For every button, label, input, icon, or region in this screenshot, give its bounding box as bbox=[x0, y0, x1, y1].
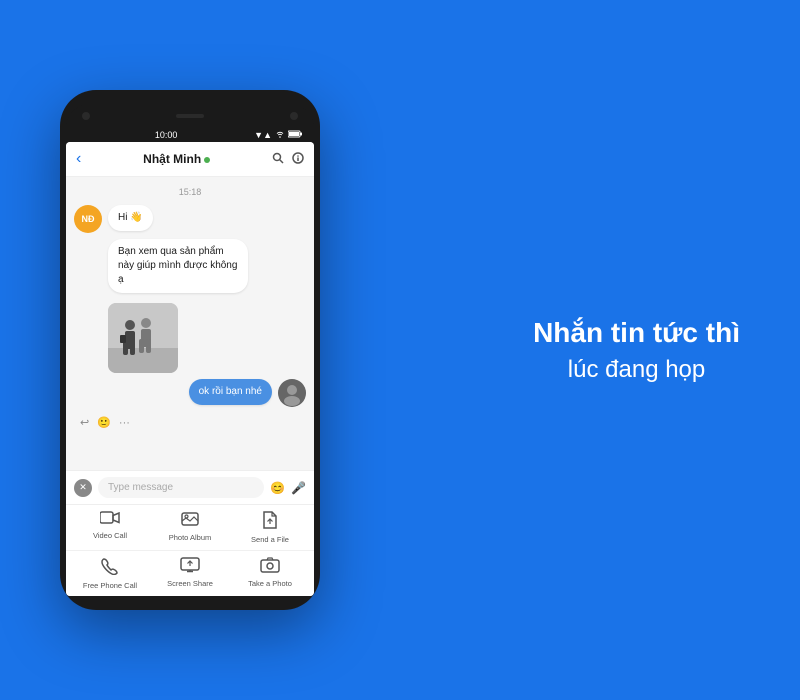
take-photo-icon bbox=[260, 557, 280, 577]
photo-album-icon bbox=[181, 511, 199, 531]
toolbar-row-1: Video Call Photo Album bbox=[66, 505, 314, 550]
emoji-icon[interactable]: 😊 bbox=[270, 481, 285, 495]
chat-input-area: ✕ Type message 😊 🎤 bbox=[66, 470, 314, 504]
right-text-block: Nhắn tin tức thì lúc đang họp bbox=[533, 316, 740, 384]
status-icons: ▼▲ bbox=[254, 130, 302, 140]
message-reactions: ↩ 🙂 ··· bbox=[74, 413, 306, 432]
send-file-item[interactable]: Send a File bbox=[240, 511, 300, 544]
screen-share-item[interactable]: Screen Share bbox=[160, 557, 220, 590]
input-right-icons: 😊 🎤 bbox=[270, 481, 306, 495]
right-text-light: lúc đang họp bbox=[533, 355, 740, 384]
contact-name: Nhật Minh bbox=[89, 152, 264, 166]
message-row: NĐ Hi 👋 bbox=[74, 205, 306, 233]
search-icon[interactable] bbox=[272, 152, 284, 167]
wifi-icon bbox=[275, 130, 285, 140]
free-phone-call-icon bbox=[101, 557, 119, 579]
photo-album-item[interactable]: Photo Album bbox=[160, 511, 220, 544]
back-button[interactable]: ‹ bbox=[76, 150, 81, 168]
battery-icon bbox=[288, 130, 302, 140]
message-row: Bạn xem qua sản phẩm này giúp mình được … bbox=[74, 239, 306, 293]
signal-icon: ▼▲ bbox=[254, 130, 272, 140]
avatar: NĐ bbox=[74, 205, 102, 233]
message-bubble-me: ok rồi bạn nhé bbox=[189, 379, 272, 405]
online-indicator bbox=[204, 157, 210, 163]
take-photo-label: Take a Photo bbox=[248, 579, 292, 588]
message-row-reply: ok rồi bạn nhé bbox=[74, 379, 306, 407]
emoji-react-icon[interactable]: 🙂 bbox=[97, 416, 111, 429]
chat-header: ‹ Nhật Minh bbox=[66, 142, 314, 177]
speaker bbox=[176, 114, 204, 118]
screen-share-label: Screen Share bbox=[167, 579, 213, 588]
notch-bar bbox=[66, 104, 314, 128]
photo-album-label: Photo Album bbox=[169, 533, 212, 542]
free-phone-call-label: Free Phone Call bbox=[83, 581, 137, 590]
input-placeholder: Type message bbox=[108, 482, 173, 493]
bottom-toolbar: Video Call Photo Album bbox=[66, 504, 314, 596]
status-bar: 10:00 ▼▲ bbox=[66, 128, 314, 142]
chat-messages: 15:18 NĐ Hi 👋 Bạn xem qua sản phẩm này g… bbox=[66, 177, 314, 470]
camera-dot2 bbox=[290, 112, 298, 120]
camera-dot bbox=[82, 112, 90, 120]
message-bubble: Hi 👋 bbox=[108, 205, 153, 231]
message-input[interactable]: Type message bbox=[98, 477, 264, 498]
message-row-image bbox=[74, 299, 306, 373]
toolbar-row-2: Free Phone Call Screen Share bbox=[66, 550, 314, 596]
more-icon[interactable]: ··· bbox=[119, 417, 130, 429]
scene: 10:00 ▼▲ bbox=[0, 0, 800, 700]
video-call-label: Video Call bbox=[93, 531, 127, 540]
video-call-item[interactable]: Video Call bbox=[80, 511, 140, 544]
video-call-icon bbox=[100, 511, 120, 529]
phone-screen: ‹ Nhật Minh bbox=[66, 142, 314, 596]
header-icons bbox=[272, 152, 304, 167]
send-file-label: Send a File bbox=[251, 535, 289, 544]
phone-device: 10:00 ▼▲ bbox=[60, 90, 320, 610]
avatar-img bbox=[278, 379, 306, 407]
screen-share-icon bbox=[180, 557, 200, 577]
close-button[interactable]: ✕ bbox=[74, 479, 92, 497]
chat-image bbox=[108, 303, 178, 373]
time-divider: 15:18 bbox=[74, 187, 306, 197]
send-file-icon bbox=[262, 511, 278, 533]
message-bubble: Bạn xem qua sản phẩm này giúp mình được … bbox=[108, 239, 248, 293]
free-phone-call-item[interactable]: Free Phone Call bbox=[80, 557, 140, 590]
take-photo-item[interactable]: Take a Photo bbox=[240, 557, 300, 590]
status-time: 10:00 bbox=[155, 130, 178, 140]
reply-icon[interactable]: ↩ bbox=[80, 416, 89, 429]
info-icon[interactable] bbox=[292, 152, 304, 167]
mic-icon[interactable]: 🎤 bbox=[291, 481, 306, 495]
right-text-bold: Nhắn tin tức thì bbox=[533, 316, 740, 350]
